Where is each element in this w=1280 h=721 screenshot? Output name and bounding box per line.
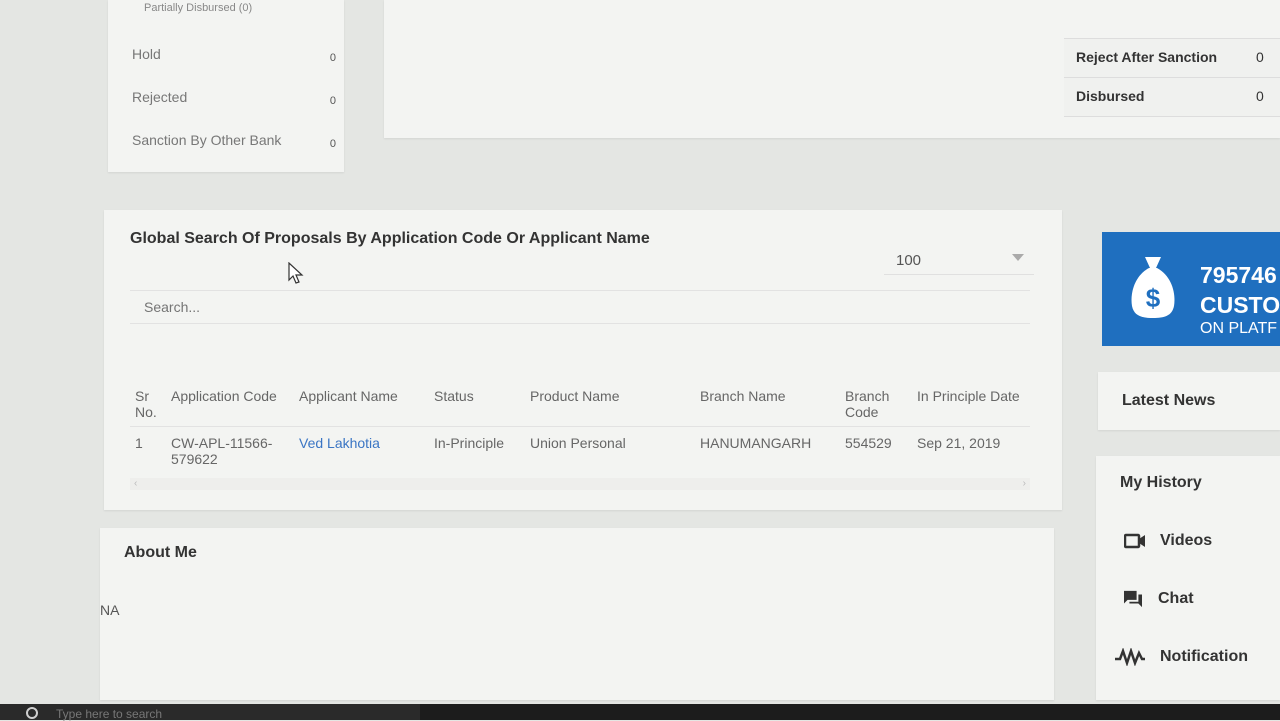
sidebar-item-videos[interactable]: Videos: [1124, 532, 1212, 550]
col-in-principle-date[interactable]: In Principle Date: [912, 382, 1030, 427]
taskbar-search[interactable]: Type here to search: [0, 704, 420, 721]
sidebar-item-label: Notification: [1160, 648, 1248, 665]
status-item-label: Sanction By Other Bank: [132, 132, 282, 148]
taskbar-search-placeholder: Type here to search: [56, 707, 163, 721]
cell-application-code: CW-APL-11566-579622: [171, 435, 273, 467]
chat-icon: [1124, 590, 1142, 608]
status-panel: Partially Disbursed (0) Hold 0 Rejected …: [108, 0, 344, 172]
status-item-label: Rejected: [132, 89, 188, 105]
sidebar-item-notification[interactable]: Notification: [1114, 648, 1248, 666]
latest-news-title[interactable]: Latest News: [1122, 392, 1215, 410]
about-me-card: About Me NA: [100, 528, 1054, 700]
status-item-rejected[interactable]: Rejected 0: [132, 89, 336, 107]
about-me-body: NA: [100, 602, 120, 618]
reject-after-sanction-label: Reject After Sanction: [1076, 49, 1218, 65]
disbursed-row[interactable]: Disbursed 0: [1064, 78, 1280, 117]
col-branch-code[interactable]: Branch Code: [840, 382, 912, 427]
cell-product-name: Union Personal: [530, 435, 626, 451]
col-status[interactable]: Status: [429, 382, 525, 427]
status-item-hold[interactable]: Hold 0: [132, 46, 336, 64]
banner-number: 795746: [1200, 262, 1277, 288]
sidebar-item-chat[interactable]: Chat: [1122, 590, 1194, 608]
reject-after-sanction-value: 0: [1256, 49, 1264, 65]
banner-line1: CUSTO: [1200, 292, 1280, 318]
about-me-title: About Me: [124, 544, 197, 561]
search-icon: [26, 707, 38, 719]
banner-line2: ON PLATF: [1200, 320, 1278, 337]
svg-text:$: $: [1146, 283, 1161, 313]
global-search-card: Global Search Of Proposals By Applicatio…: [104, 210, 1062, 510]
right-stats-panel: Reject After Sanction 0 Disbursed 0: [1064, 38, 1280, 117]
search-input[interactable]: [130, 290, 1030, 324]
sidebar-item-label: Videos: [1160, 532, 1213, 549]
col-sr-no[interactable]: Sr No.: [130, 382, 166, 427]
col-applicant-name[interactable]: Applicant Name: [294, 382, 429, 427]
applicant-name-link[interactable]: Ved Lakhotia: [294, 427, 429, 476]
scroll-left-icon[interactable]: ‹: [134, 478, 137, 489]
money-bag-icon: $: [1131, 257, 1175, 318]
disbursed-label: Disbursed: [1076, 88, 1145, 104]
status-item-count: 0: [329, 52, 336, 64]
page-size-select[interactable]: 100: [884, 244, 1034, 275]
status-item-sanction-other-bank[interactable]: Sanction By Other Bank 0: [132, 132, 336, 150]
reject-after-sanction-row[interactable]: Reject After Sanction 0: [1064, 39, 1280, 78]
cell-branch-code: 554529: [845, 435, 892, 451]
video-camera-icon: [1124, 533, 1145, 549]
horizontal-scrollbar[interactable]: ‹ ›: [130, 478, 1030, 490]
disbursed-value: 0: [1256, 88, 1264, 104]
status-item-label: Hold: [132, 46, 161, 62]
my-history-card: My History Videos Chat Notification: [1096, 456, 1280, 700]
latest-news-card: Latest News: [1098, 372, 1280, 430]
cell-status: In-Principle: [434, 435, 505, 451]
status-item-count: 0: [329, 138, 336, 150]
proposals-table: Sr No. Application Code Applicant Name S…: [130, 382, 1030, 475]
table-row: 1 CW-APL-11566-579622 Ved Lakhotia In-Pr…: [130, 427, 1030, 476]
partially-disbursed-label[interactable]: Partially Disbursed (0): [144, 2, 252, 14]
sidebar-item-label: Chat: [1158, 590, 1194, 607]
col-product-name[interactable]: Product Name: [525, 382, 695, 427]
table-header-row: Sr No. Application Code Applicant Name S…: [130, 382, 1030, 427]
status-item-count: 0: [329, 95, 336, 107]
cursor-icon: [288, 262, 304, 284]
cell-branch-name: HANUMANGARH: [700, 435, 812, 451]
col-application-code[interactable]: Application Code: [166, 382, 294, 427]
cell-sr: 1: [135, 435, 143, 451]
chevron-down-icon: [1012, 254, 1024, 261]
cell-in-principle-date: Sep 21, 2019: [917, 435, 1001, 451]
col-branch-name[interactable]: Branch Name: [695, 382, 840, 427]
customer-count-banner[interactable]: $ 795746 CUSTO ON PLATF: [1102, 232, 1280, 346]
my-history-title: My History: [1120, 474, 1202, 491]
page-size-value: 100: [896, 252, 922, 269]
taskbar: Type here to search: [0, 704, 1280, 721]
scroll-right-icon[interactable]: ›: [1023, 478, 1026, 489]
search-section-title: Global Search Of Proposals By Applicatio…: [130, 230, 650, 247]
pulse-icon: [1115, 648, 1145, 666]
